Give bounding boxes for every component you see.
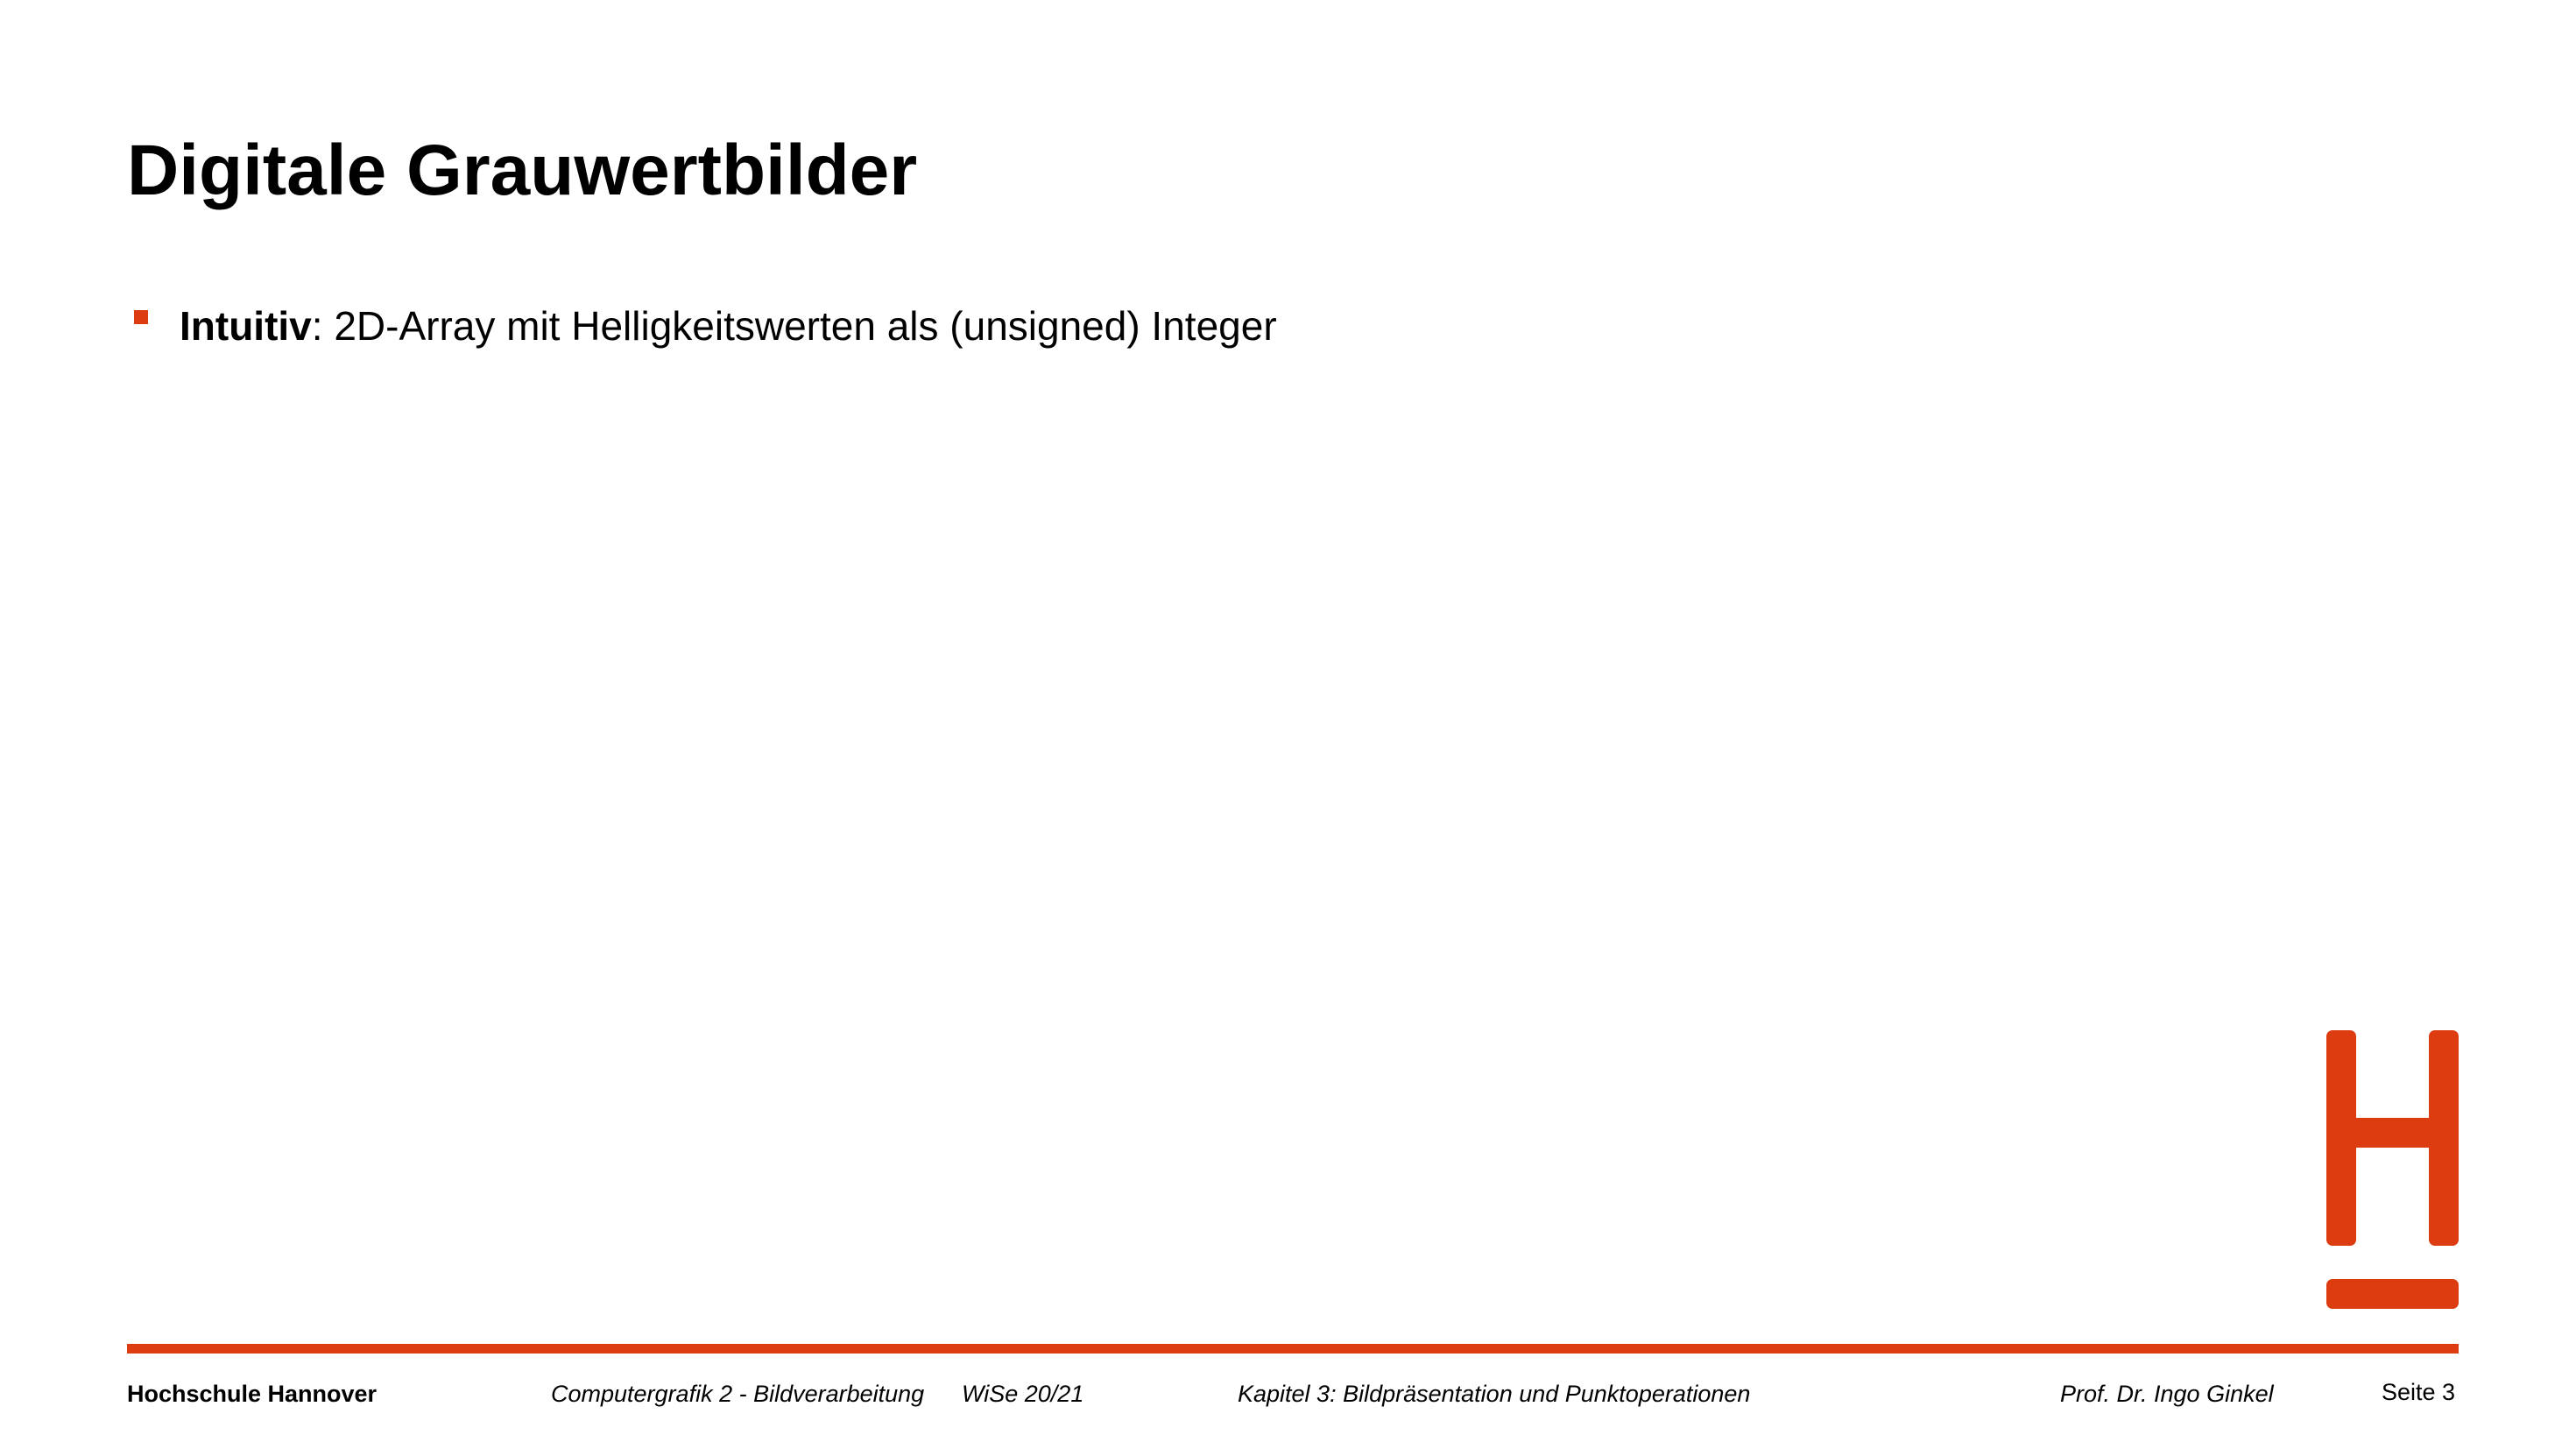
logo-crossbar — [2326, 1118, 2459, 1148]
footer-chapter: Kapitel 3: Bildpräsentation und Punktope… — [1238, 1381, 1751, 1407]
bullet-square-icon — [134, 310, 148, 324]
footer-organization: Hochschule Hannover — [127, 1381, 378, 1407]
slide-title: Digitale Grauwertbilder — [127, 131, 918, 210]
footer-term: WiSe 20/21 — [962, 1381, 1084, 1407]
bullet-item: Intuitiv: 2D-Array mit Helligkeitswerten… — [127, 298, 1277, 354]
footer-page-number: Seite 3 — [2382, 1379, 2456, 1405]
hochschule-hannover-logo-icon — [2326, 1030, 2459, 1309]
logo-underline — [2326, 1279, 2459, 1309]
bullet-list: Intuitiv: 2D-Array mit Helligkeitswerten… — [127, 298, 1277, 354]
bullet-text: : 2D-Array mit Helligkeitswerten als (un… — [311, 303, 1277, 349]
footer-course: Computergrafik 2 - Bildverarbeitung — [551, 1381, 925, 1407]
footer-divider — [127, 1344, 2459, 1354]
footer-author: Prof. Dr. Ingo Ginkel — [2060, 1381, 2274, 1407]
bullet-term: Intuitiv — [180, 303, 312, 349]
